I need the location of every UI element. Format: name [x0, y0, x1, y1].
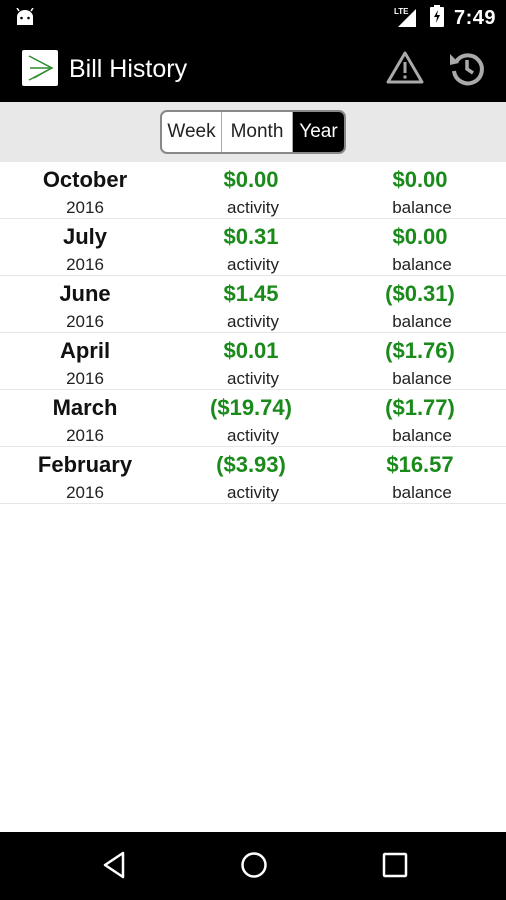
row-month: July: [62, 224, 108, 249]
row-balance-label: balance: [392, 255, 452, 274]
battery-icon: [429, 4, 444, 32]
row-balance-amount: ($0.31): [385, 281, 455, 306]
back-icon[interactable]: [101, 850, 127, 885]
page-title: Bill History: [69, 55, 188, 83]
lte-signal-icon: LTE: [394, 7, 420, 29]
list-item[interactable]: April 2016 $0.01 activity ($1.76) balanc…: [0, 333, 506, 390]
list-item[interactable]: February 2016 ($3.93) activity $16.57 ba…: [0, 447, 506, 504]
row-activity-amount: ($3.93): [216, 452, 286, 477]
network-label: LTE: [393, 7, 409, 16]
row-balance-amount: ($1.76): [385, 338, 455, 363]
bill-history-list: October 2016 $0.00 activity $0.00 balanc…: [0, 162, 506, 504]
row-balance-label: balance: [392, 426, 452, 445]
row-year: 2016: [66, 255, 104, 274]
row-balance-label: balance: [392, 198, 452, 217]
list-item[interactable]: October 2016 $0.00 activity $0.00 balanc…: [0, 162, 506, 219]
row-balance-amount: ($1.77): [385, 395, 455, 420]
period-selector-bar: Week Month Year: [0, 102, 506, 162]
refresh-icon[interactable]: [447, 48, 487, 93]
row-activity-label: activity: [227, 483, 279, 502]
segment-year[interactable]: Year: [293, 112, 344, 152]
app-logo-icon: [22, 50, 58, 86]
system-nav-bar: [0, 832, 506, 900]
android-notification-icon: [14, 7, 36, 31]
row-activity-amount: $1.45: [223, 281, 279, 306]
warning-icon[interactable]: [386, 50, 424, 89]
recents-icon[interactable]: [381, 850, 409, 885]
row-activity-label: activity: [227, 255, 279, 274]
row-activity-amount: $0.31: [223, 224, 279, 249]
row-balance-amount: $0.00: [392, 167, 448, 192]
app-bar: Bill History: [0, 36, 506, 102]
row-activity-amount: ($19.74): [210, 395, 292, 420]
row-activity-label: activity: [227, 426, 279, 445]
row-activity-label: activity: [227, 312, 279, 331]
row-balance-label: balance: [392, 483, 452, 502]
row-month: February: [37, 452, 133, 477]
row-month: April: [59, 338, 111, 363]
row-year: 2016: [66, 312, 104, 331]
home-icon[interactable]: [239, 850, 269, 885]
row-balance-amount: $16.57: [386, 452, 454, 477]
row-year: 2016: [66, 483, 104, 502]
row-month: October: [42, 167, 128, 192]
segment-month[interactable]: Month: [222, 112, 293, 152]
period-segmented-control: Week Month Year: [160, 110, 346, 154]
row-activity-label: activity: [227, 369, 279, 388]
row-balance-label: balance: [392, 312, 452, 331]
row-activity-amount: $0.01: [223, 338, 279, 363]
segment-week[interactable]: Week: [162, 112, 222, 152]
row-activity-label: activity: [227, 198, 279, 217]
row-year: 2016: [66, 198, 104, 217]
row-year: 2016: [66, 369, 104, 388]
status-time: 7:49: [453, 6, 496, 29]
row-month: March: [52, 395, 118, 420]
list-item[interactable]: March 2016 ($19.74) activity ($1.77) bal…: [0, 390, 506, 447]
list-item[interactable]: July 2016 $0.31 activity $0.00 balance: [0, 219, 506, 276]
row-activity-amount: $0.00: [223, 167, 279, 192]
row-balance-label: balance: [392, 369, 452, 388]
row-balance-amount: $0.00: [392, 224, 448, 249]
row-year: 2016: [66, 426, 104, 445]
list-item[interactable]: June 2016 $1.45 activity ($0.31) balance: [0, 276, 506, 333]
row-month: June: [59, 281, 111, 306]
status-bar: LTE 7:49: [0, 0, 506, 36]
